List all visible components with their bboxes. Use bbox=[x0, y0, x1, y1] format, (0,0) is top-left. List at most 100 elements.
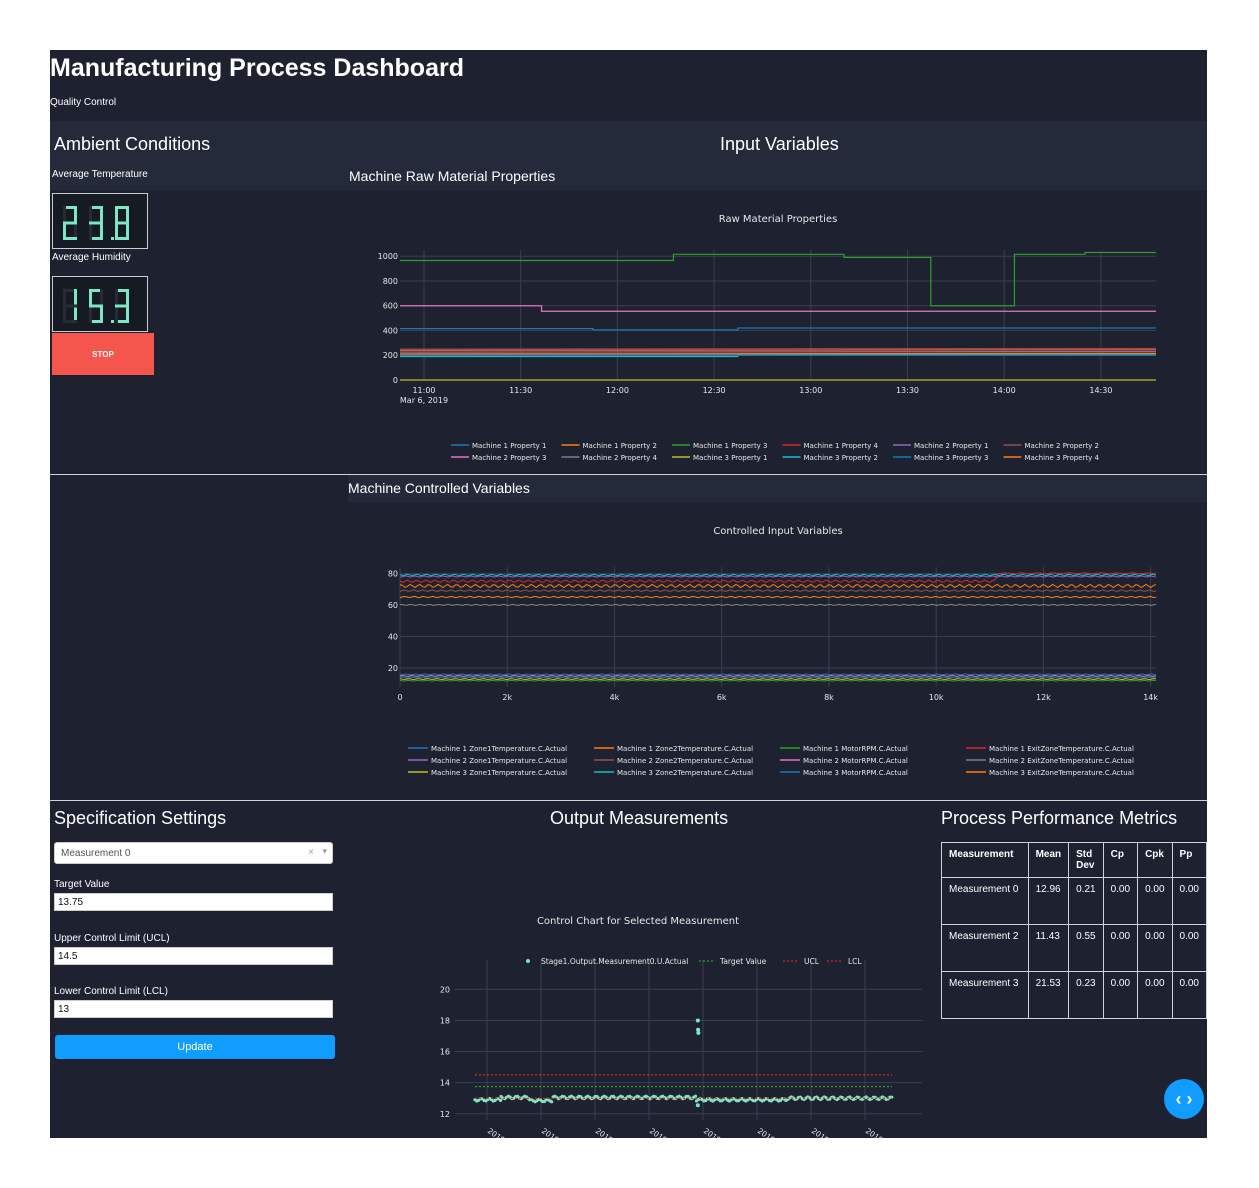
x-tick-label: 12:00 bbox=[606, 386, 629, 395]
metrics-table: Measurement Mean Std Dev Cp Cpk Pp Measu… bbox=[941, 842, 1208, 1019]
code-toggle-button[interactable]: ‹ › bbox=[1164, 1079, 1204, 1119]
x-tick-label: 14:30 bbox=[1089, 386, 1112, 395]
x-tick-label: 6k bbox=[717, 693, 727, 702]
led-segment bbox=[89, 306, 92, 323]
chart-title: Controlled Input Variables bbox=[713, 526, 842, 537]
clear-icon[interactable]: × bbox=[308, 847, 314, 858]
legend-label: Machine 2 MotorRPM.C.Actual bbox=[803, 757, 908, 765]
table-cell: 0.00 bbox=[1137, 877, 1173, 925]
humidity-display bbox=[52, 276, 148, 332]
x-tick-label: 13:00 bbox=[799, 386, 822, 395]
col-header: Pp bbox=[1171, 842, 1208, 878]
dashboard: Manufacturing Process Dashboard Quality … bbox=[50, 50, 1208, 1179]
legend-label: Machine 2 Zone2Temperature.C.Actual bbox=[617, 757, 753, 765]
led-segment bbox=[74, 289, 77, 306]
ucl-input[interactable] bbox=[54, 947, 333, 965]
led-segment bbox=[89, 221, 103, 225]
y-tick-label: 60 bbox=[388, 601, 398, 610]
table-cell: 0.00 bbox=[1102, 971, 1139, 1019]
series-line bbox=[399, 589, 1157, 593]
y-tick-label: 40 bbox=[388, 632, 398, 641]
led-segment bbox=[126, 206, 129, 223]
outlier-point bbox=[695, 1018, 700, 1023]
legend-label: Machine 1 MotorRPM.C.Actual bbox=[803, 745, 908, 753]
series-line bbox=[400, 327, 1156, 331]
table-cell: 0.55 bbox=[1068, 924, 1104, 972]
y-tick-label: 12 bbox=[440, 1110, 450, 1119]
table-cell: 0.00 bbox=[1102, 924, 1139, 972]
series-line bbox=[399, 348, 1157, 351]
y-tick-label: 400 bbox=[383, 326, 398, 335]
legend-label: Machine 1 Property 1 bbox=[472, 442, 547, 450]
measurement-select[interactable]: Measurement 0 × ▾ bbox=[54, 842, 333, 864]
x-tick-label: 8k bbox=[824, 693, 834, 702]
section-divider bbox=[50, 474, 1207, 475]
series-line bbox=[399, 673, 1157, 676]
controlled-chart: Controlled Input Variables 0 2k 4k 6k 8k 10k 12… bbox=[388, 526, 1159, 777]
y-tick-label: 80 bbox=[388, 569, 398, 578]
led-segment bbox=[115, 223, 118, 240]
spec-settings-title: Specification Settings bbox=[54, 808, 227, 828]
col-header: Std Dev bbox=[1068, 842, 1104, 878]
y-tick-label: 600 bbox=[383, 302, 398, 311]
led-segment bbox=[115, 289, 118, 306]
led-segment bbox=[115, 221, 129, 225]
y-tick-label: 20 bbox=[440, 985, 450, 994]
series-line bbox=[399, 352, 1157, 355]
led-segment bbox=[115, 304, 129, 308]
ambient-title: Ambient Conditions bbox=[54, 134, 211, 154]
y-tick-label: 1000 bbox=[378, 252, 398, 261]
humidity-digits bbox=[63, 289, 129, 323]
chart-title: Control Chart for Selected Measurement bbox=[537, 916, 739, 927]
led-segment bbox=[89, 206, 92, 223]
y-tick-label: 0 bbox=[393, 376, 398, 385]
metrics-title: Process Performance Metrics bbox=[941, 808, 1178, 828]
controlled-variables-title: Machine Controlled Variables bbox=[348, 480, 530, 496]
x-tick-label: 2019-03-06 14:30:00 bbox=[864, 1126, 930, 1138]
led-segment bbox=[63, 306, 66, 323]
led-segment bbox=[89, 289, 92, 306]
legend-label: Machine 2 Property 4 bbox=[583, 454, 658, 462]
control-chart: Control Chart for Selected Measurement 12… bbox=[440, 916, 935, 1179]
table-row: Measurement 3 21.53 0.23 0.00 0.00 0.00 bbox=[941, 971, 1208, 1019]
legend-label: Machine 3 Property 2 bbox=[804, 454, 879, 462]
led-segment bbox=[74, 206, 77, 223]
legend-label: Machine 2 Property 3 bbox=[472, 454, 547, 462]
led-segment bbox=[126, 289, 129, 306]
output-title: Output Measurements bbox=[550, 808, 729, 828]
led-segment bbox=[89, 304, 103, 308]
series-line bbox=[399, 595, 1157, 599]
legend-label: Machine 2 Zone1Temperature.C.Actual bbox=[431, 757, 567, 765]
lcl-label: Lower Control Limit (LCL) bbox=[54, 986, 168, 997]
target-input[interactable] bbox=[54, 893, 333, 911]
series-line bbox=[399, 575, 1157, 578]
legend-label: Machine 3 Property 1 bbox=[693, 454, 768, 462]
led-segment bbox=[63, 223, 66, 240]
data-point bbox=[693, 1094, 698, 1098]
legend-label: Machine 3 MotorRPM.C.Actual bbox=[803, 769, 908, 777]
legend-label: Machine 3 Zone2Temperature.C.Actual bbox=[617, 769, 753, 777]
update-button[interactable]: Update bbox=[55, 1035, 335, 1059]
series-line bbox=[400, 251, 1156, 307]
section-divider bbox=[50, 800, 1207, 801]
legend-label: Machine 1 Zone2Temperature.C.Actual bbox=[617, 745, 753, 753]
led-segment bbox=[115, 306, 118, 323]
legend-label: Target Value bbox=[719, 957, 767, 966]
table-cell: 0.00 bbox=[1102, 877, 1139, 925]
chevron-down-icon[interactable]: ▾ bbox=[322, 846, 327, 857]
x-tick-label: 10k bbox=[929, 693, 944, 702]
table-row: Measurement 0 12.96 0.21 0.00 0.00 0.00 bbox=[941, 877, 1208, 925]
y-tick-label: 18 bbox=[440, 1016, 450, 1025]
series-line bbox=[399, 350, 1157, 353]
led-segment bbox=[63, 206, 66, 223]
legend-label: Machine 2 Property 2 bbox=[1025, 442, 1100, 450]
table-cell: Measurement 2 bbox=[941, 924, 1029, 972]
code-icon: ‹ › bbox=[1175, 1088, 1193, 1109]
legend-label: Machine 1 Zone1Temperature.C.Actual bbox=[431, 745, 567, 753]
led-segment bbox=[63, 304, 77, 308]
legend-label: Machine 3 Zone1Temperature.C.Actual bbox=[431, 769, 567, 777]
legend-label: Machine 1 ExitZoneTemperature.C.Actual bbox=[989, 745, 1134, 753]
stop-button[interactable]: STOP bbox=[52, 333, 154, 375]
lcl-input[interactable] bbox=[54, 1000, 333, 1018]
x-tick-label: 14:00 bbox=[993, 386, 1016, 395]
